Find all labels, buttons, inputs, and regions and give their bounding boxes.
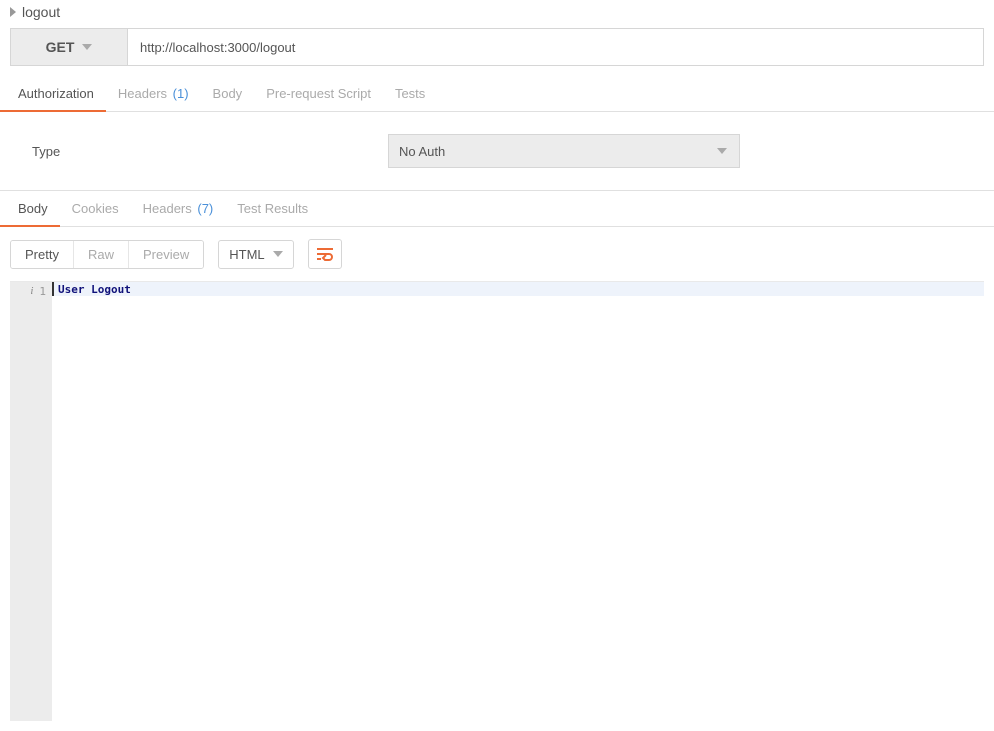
chevron-down-icon (82, 44, 92, 50)
tab-response-headers-count: (7) (197, 201, 213, 216)
view-mode-group: Pretty Raw Preview (10, 240, 204, 269)
syntax-format-select[interactable]: HTML (218, 240, 293, 269)
tab-body[interactable]: Body (201, 76, 255, 111)
http-method-label: GET (46, 39, 75, 55)
tab-headers-label: Headers (118, 86, 167, 101)
line-number: 1 (39, 285, 46, 298)
request-name: logout (22, 4, 60, 20)
tab-response-cookies[interactable]: Cookies (60, 191, 131, 226)
auth-type-value: No Auth (399, 144, 445, 159)
request-tabs: Authorization Headers (1) Body Pre-reque… (0, 76, 994, 112)
line-wrap-button[interactable] (308, 239, 342, 269)
request-url-input[interactable] (128, 28, 984, 66)
tab-headers[interactable]: Headers (1) (106, 76, 201, 111)
line-wrap-icon (316, 247, 334, 261)
tab-response-headers-label: Headers (143, 201, 192, 216)
tab-authorization[interactable]: Authorization (6, 76, 106, 111)
tab-test-results[interactable]: Test Results (225, 191, 320, 226)
tab-pre-request-script[interactable]: Pre-request Script (254, 76, 383, 111)
view-pretty-button[interactable]: Pretty (11, 241, 73, 268)
code-body[interactable]: User Logout (52, 282, 984, 721)
tab-tests[interactable]: Tests (383, 76, 437, 111)
syntax-format-label: HTML (229, 247, 264, 262)
line-gutter: i 1 (10, 282, 52, 721)
chevron-down-icon (717, 148, 727, 154)
response-body-editor: i 1 User Logout (10, 281, 984, 721)
tab-response-body[interactable]: Body (6, 191, 60, 226)
view-raw-button[interactable]: Raw (73, 241, 128, 268)
info-icon: i (30, 285, 33, 297)
expand-caret-icon[interactable] (10, 7, 16, 17)
response-line-content: User Logout (58, 283, 131, 296)
tab-headers-count: (1) (173, 86, 189, 101)
auth-type-select[interactable]: No Auth (388, 134, 740, 168)
tab-response-headers[interactable]: Headers (7) (131, 191, 226, 226)
response-tabs: Body Cookies Headers (7) Test Results (0, 191, 994, 227)
view-preview-button[interactable]: Preview (128, 241, 203, 268)
chevron-down-icon (273, 251, 283, 257)
auth-type-label: Type (32, 144, 388, 159)
http-method-dropdown[interactable]: GET (10, 28, 128, 66)
